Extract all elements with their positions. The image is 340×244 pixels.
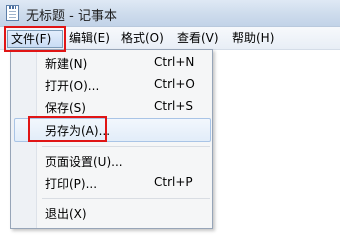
menu-item-print[interactable]: 打印(P)... Ctrl+P	[12, 172, 212, 193]
menu-edit[interactable]: 编辑(E)	[69, 31, 110, 48]
menu-view[interactable]: 查看(V)	[177, 31, 219, 48]
menu-separator	[42, 146, 210, 147]
menu-item-shortcut: Ctrl+O	[154, 77, 195, 91]
menu-help[interactable]: 帮助(H)	[232, 31, 274, 48]
window-title: 无标题 - 记事本	[26, 9, 117, 24]
menu-item-shortcut: Ctrl+P	[154, 175, 193, 189]
menu-format[interactable]: 格式(O)	[121, 31, 164, 48]
menu-item-save-as[interactable]: 另存为(A)...	[12, 119, 212, 140]
menu-item-open[interactable]: 打开(O)... Ctrl+O	[12, 74, 212, 95]
menu-item-new[interactable]: 新建(N) Ctrl+N	[12, 52, 212, 73]
menu-item-shortcut: Ctrl+N	[154, 55, 195, 69]
title-bar: 无标题 - 记事本	[0, 0, 340, 27]
menu-item-label: 打印(P)...	[45, 177, 98, 191]
menu-item-label: 退出(X)	[45, 207, 87, 221]
menu-item-label: 打开(O)...	[45, 79, 100, 93]
menu-item-exit[interactable]: 退出(X)	[12, 202, 212, 223]
file-menu-dropdown: 新建(N) Ctrl+N 打开(O)... Ctrl+O 保存(S) Ctrl+…	[10, 49, 213, 229]
menu-separator	[42, 198, 210, 199]
menu-item-label: 另存为(A)...	[45, 124, 111, 138]
menu-item-label: 页面设置(U)...	[45, 155, 123, 169]
menu-item-shortcut: Ctrl+S	[154, 99, 194, 113]
menu-file[interactable]: 文件(F)	[7, 30, 63, 48]
menu-item-page-setup[interactable]: 页面设置(U)...	[12, 150, 212, 171]
menu-item-label: 新建(N)	[45, 57, 88, 71]
notepad-icon	[6, 5, 19, 21]
menu-item-save[interactable]: 保存(S) Ctrl+S	[12, 96, 212, 117]
menu-bar: 文件(F) 编辑(E) 格式(O) 查看(V) 帮助(H)	[0, 27, 340, 50]
menu-item-label: 保存(S)	[45, 101, 86, 115]
